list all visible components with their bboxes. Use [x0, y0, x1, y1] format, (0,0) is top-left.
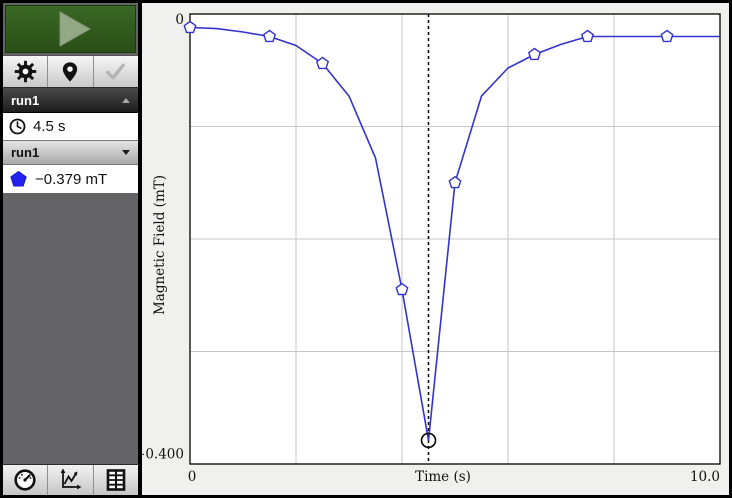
- accept-button[interactable]: [94, 56, 138, 87]
- chevron-down-icon: [122, 150, 130, 155]
- check-icon: [104, 60, 127, 83]
- time-reading-row[interactable]: 4.5 s: [3, 113, 138, 140]
- x-axis-title: Time (s): [415, 469, 471, 485]
- run-panel-header-time[interactable]: run1: [3, 88, 138, 113]
- table-view-button[interactable]: [94, 465, 138, 495]
- y-tick-label: −0.400: [142, 447, 184, 463]
- view-switcher: [3, 464, 138, 495]
- x-tick-label: 10.0: [690, 469, 720, 485]
- play-icon: [43, 7, 99, 51]
- time-value: 4.5 s: [33, 118, 66, 135]
- marker-button[interactable]: [48, 56, 93, 87]
- chart-panel: 0−0.400010.0Time (s)Magnetic Field (mT): [142, 3, 729, 495]
- line-graph-icon: [58, 468, 82, 492]
- magnetic-field-vs-time-chart[interactable]: 0−0.400010.0Time (s)Magnetic Field (mT): [142, 3, 729, 495]
- chevron-up-icon: [122, 98, 130, 103]
- settings-button[interactable]: [3, 56, 48, 87]
- sidebar-toolbar: [3, 55, 138, 88]
- sidebar: run1 4.5 s run1 −0.379 mT: [3, 3, 142, 495]
- clock-icon: [9, 118, 26, 135]
- graph-view-button[interactable]: [48, 465, 93, 495]
- meter-view-button[interactable]: [3, 465, 48, 495]
- run-title: run1: [11, 93, 39, 108]
- gear-icon: [14, 60, 37, 83]
- data-table-icon: [104, 468, 128, 492]
- run-title: run1: [11, 145, 39, 160]
- start-collection-button[interactable]: [5, 5, 136, 53]
- run-panel-header-sensor[interactable]: run1: [3, 140, 138, 165]
- app-window: run1 4.5 s run1 −0.379 mT: [0, 0, 732, 498]
- pentagon-icon: [9, 170, 28, 188]
- map-pin-icon: [59, 61, 81, 83]
- sensor-value: −0.379 mT: [35, 171, 107, 188]
- sensor-reading-row[interactable]: −0.379 mT: [3, 165, 138, 193]
- x-tick-label: 0: [188, 469, 197, 485]
- sidebar-spacer: [3, 193, 138, 464]
- y-axis-title: Magnetic Field (mT): [152, 175, 168, 315]
- y-tick-label: 0: [175, 12, 184, 28]
- gauge-meter-icon: [13, 468, 37, 492]
